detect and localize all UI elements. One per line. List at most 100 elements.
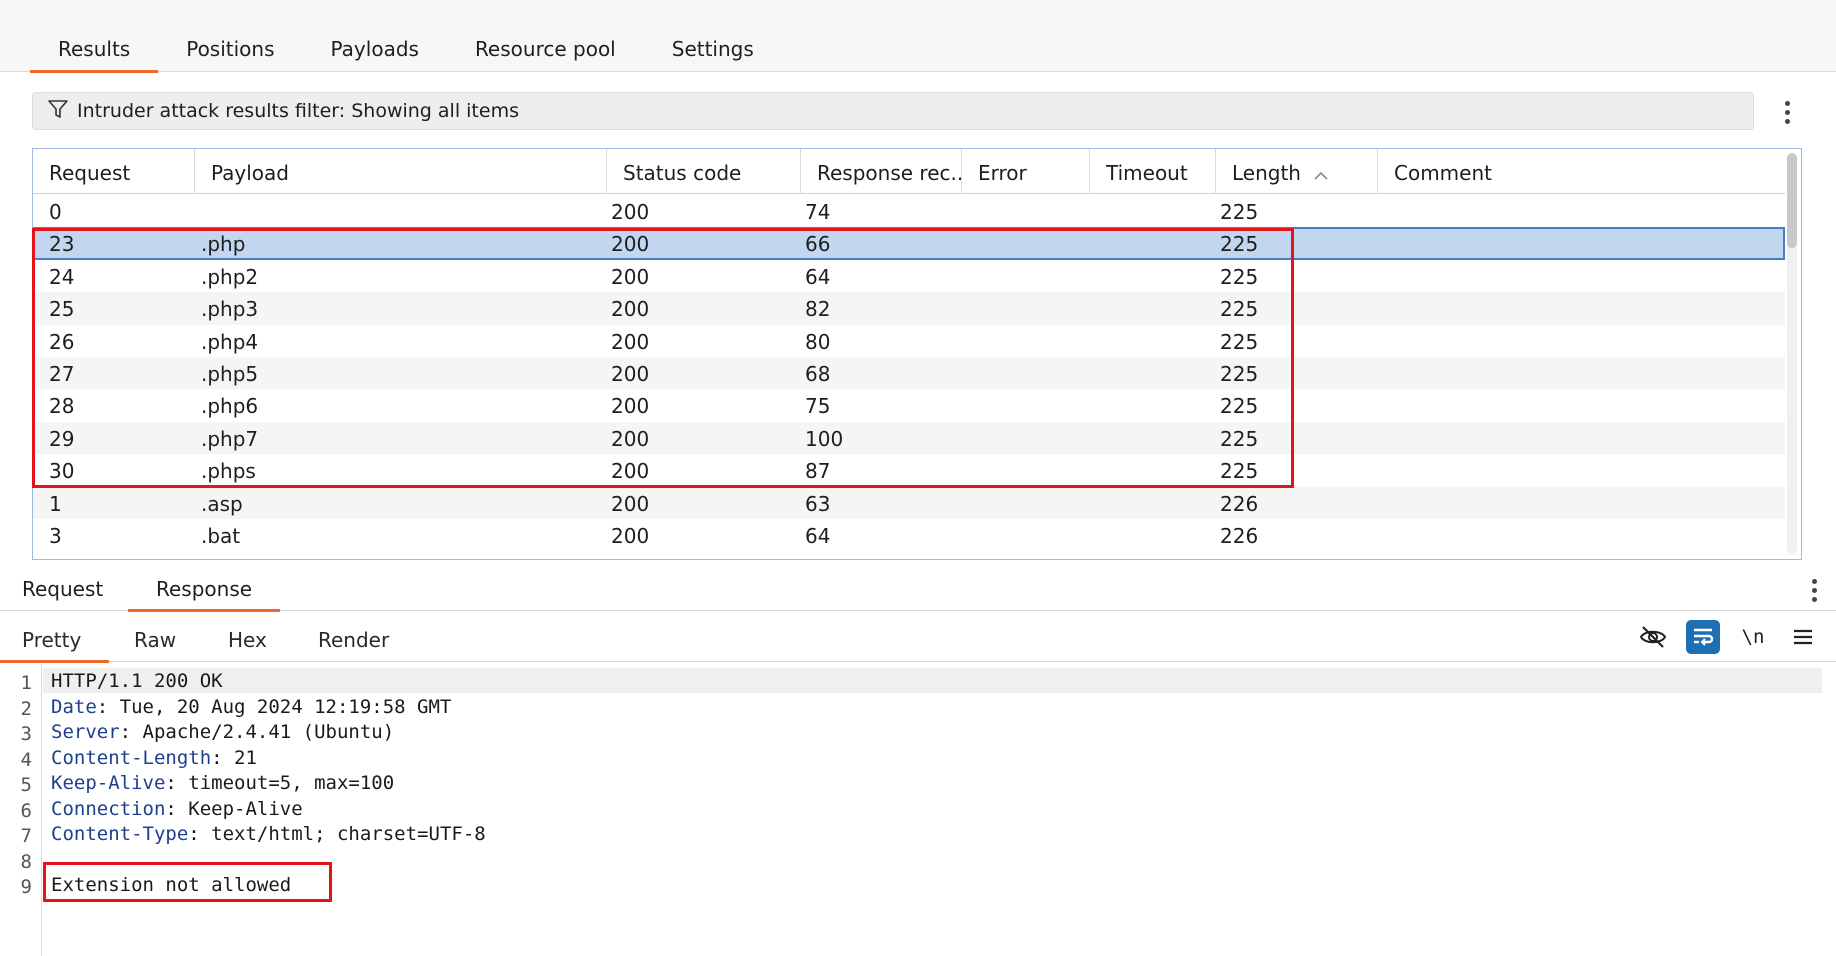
- table-row[interactable]: 29 .php7 200 100 225: [33, 421, 1785, 455]
- cell-response: 66: [805, 232, 831, 257]
- line-number: 3: [20, 723, 32, 745]
- column-length[interactable]: Length: [1216, 149, 1378, 194]
- top-tab-bar: Results Positions Payloads Resource pool…: [0, 0, 1836, 73]
- cell-length: 225: [1220, 200, 1259, 224]
- tab-response[interactable]: Response: [127, 568, 281, 612]
- cell-request: 28: [49, 394, 75, 419]
- cell-response: 100: [805, 426, 844, 451]
- table-row[interactable]: 3 .bat 200 64 226: [33, 519, 1785, 551]
- tab-resource-pool[interactable]: Resource pool: [447, 30, 644, 72]
- cell-payload: .asp: [201, 491, 243, 516]
- line-number: 6: [20, 799, 32, 822]
- response-line: Server: Apache/2.4.41 (Ubuntu): [51, 721, 394, 743]
- cell-status: 200: [611, 200, 650, 224]
- cell-request: 23: [49, 232, 75, 257]
- cell-status: 200: [611, 459, 650, 484]
- response-line: Extension not allowed: [51, 874, 291, 896]
- cell-request: 26: [49, 329, 75, 354]
- response-editor[interactable]: 1 HTTP/1.1 200 OK 2 Date: Tue, 20 Aug 2024 …: [0, 664, 1836, 956]
- eye-slash-icon[interactable]: [1636, 620, 1670, 654]
- scrollbar-thumb[interactable]: [1787, 153, 1797, 248]
- cell-response: 64: [805, 523, 831, 548]
- cell-request: 1: [49, 491, 62, 516]
- table-row[interactable]: 27 .php5 200 68 225: [33, 356, 1785, 390]
- cell-response: 82: [805, 297, 831, 322]
- table-row[interactable]: 28 .php6 200 75 225: [33, 389, 1785, 421]
- tab-payloads[interactable]: Payloads: [303, 30, 447, 72]
- header-value: : Apache/2.4.41 (Ubuntu): [119, 721, 395, 743]
- column-payload[interactable]: Payload: [195, 149, 607, 194]
- table-row[interactable]: 1 .asp 200 63 226: [33, 486, 1785, 519]
- results-table: Request Payload Status code Response rec…: [32, 148, 1802, 560]
- hamburger-menu-icon[interactable]: [1786, 620, 1820, 654]
- cell-length: 225: [1220, 232, 1259, 257]
- cell-payload: .php3: [201, 297, 259, 322]
- cell-response: 74: [805, 200, 831, 224]
- line-number: 2: [20, 697, 32, 720]
- cell-response: 75: [805, 394, 831, 419]
- column-response-received[interactable]: Response rec...: [801, 149, 962, 194]
- cell-length: 225: [1220, 459, 1259, 484]
- column-comment[interactable]: Comment: [1378, 149, 1785, 194]
- response-line: HTTP/1.1 200 OK: [51, 670, 223, 692]
- column-status-code[interactable]: Status code: [607, 149, 801, 194]
- results-filter-bar[interactable]: Intruder attack results filter: Showing …: [32, 92, 1754, 130]
- table-row[interactable]: 30 .phps 200 87 225: [33, 454, 1785, 486]
- tab-request[interactable]: Request: [22, 568, 103, 611]
- cell-response: 87: [805, 459, 831, 484]
- word-wrap-icon[interactable]: [1686, 620, 1720, 654]
- response-text: Extension not allowed: [51, 874, 292, 896]
- cell-length: 225: [1220, 426, 1259, 451]
- table-scrollbar[interactable]: [1787, 153, 1797, 555]
- cell-status: 200: [611, 523, 650, 548]
- tab-raw[interactable]: Raw: [134, 612, 176, 662]
- header-name: Date: [51, 695, 97, 718]
- message-more-options-icon[interactable]: [1802, 574, 1826, 606]
- response-line: Content-Length: 21: [51, 747, 257, 769]
- line-number: 5: [20, 774, 32, 796]
- cell-request: 30: [49, 459, 75, 484]
- line-number: 4: [20, 748, 32, 771]
- table-row[interactable]: 26 .php4 200 80 225: [33, 325, 1785, 357]
- table-row[interactable]: 25 .php3 200 82 225: [33, 292, 1785, 325]
- cell-status: 200: [611, 297, 650, 322]
- table-row[interactable]: 0 200 74 225: [33, 195, 1785, 227]
- response-line: Date: Tue, 20 Aug 2024 12:19:58 GMT: [51, 696, 451, 718]
- line-number: 9: [20, 876, 32, 898]
- response-text: HTTP/1.1 200 OK: [51, 670, 223, 692]
- cell-payload: .php7: [201, 426, 259, 451]
- cell-status: 200: [611, 491, 650, 516]
- line-number: 8: [20, 850, 32, 873]
- message-tabs: Request Response: [0, 568, 1836, 612]
- cell-payload: .bat: [201, 523, 241, 548]
- tab-pretty[interactable]: Pretty: [0, 612, 110, 663]
- tab-positions[interactable]: Positions: [158, 30, 302, 72]
- cell-length: 226: [1220, 491, 1259, 516]
- table-row[interactable]: 24 .php2 200 64 225: [33, 260, 1785, 292]
- tab-render[interactable]: Render: [318, 612, 389, 662]
- tab-settings[interactable]: Settings: [644, 30, 782, 72]
- cell-payload: .php6: [201, 394, 259, 419]
- response-line: Connection: Keep-Alive: [51, 798, 303, 820]
- attack-tabs: Results Positions Payloads Resource pool…: [30, 30, 782, 73]
- header-name: Content-Type: [51, 823, 189, 845]
- header-value: : Tue, 20 Aug 2024 12:19:58 GMT: [96, 695, 452, 718]
- chevron-up-icon: [1313, 163, 1329, 187]
- cell-length: 225: [1220, 394, 1259, 419]
- column-error[interactable]: Error: [962, 149, 1090, 194]
- table-row[interactable]: 23 .php 200 66 225: [33, 227, 1785, 260]
- filter-more-options-icon[interactable]: [1775, 96, 1799, 128]
- cell-payload: .php4: [201, 329, 259, 354]
- tab-hex[interactable]: Hex: [228, 612, 267, 662]
- tab-results[interactable]: Results: [30, 30, 159, 73]
- header-value: : 21: [211, 746, 257, 769]
- newline-toggle[interactable]: \n: [1736, 620, 1770, 654]
- cell-status: 200: [611, 264, 650, 289]
- header-name: Keep-Alive: [51, 772, 166, 794]
- column-timeout[interactable]: Timeout: [1090, 149, 1216, 194]
- column-request[interactable]: Request: [33, 149, 195, 194]
- cell-response: 64: [805, 264, 831, 289]
- cell-length: 226: [1220, 523, 1259, 548]
- cell-request: 29: [49, 426, 75, 451]
- cell-length: 225: [1220, 297, 1259, 322]
